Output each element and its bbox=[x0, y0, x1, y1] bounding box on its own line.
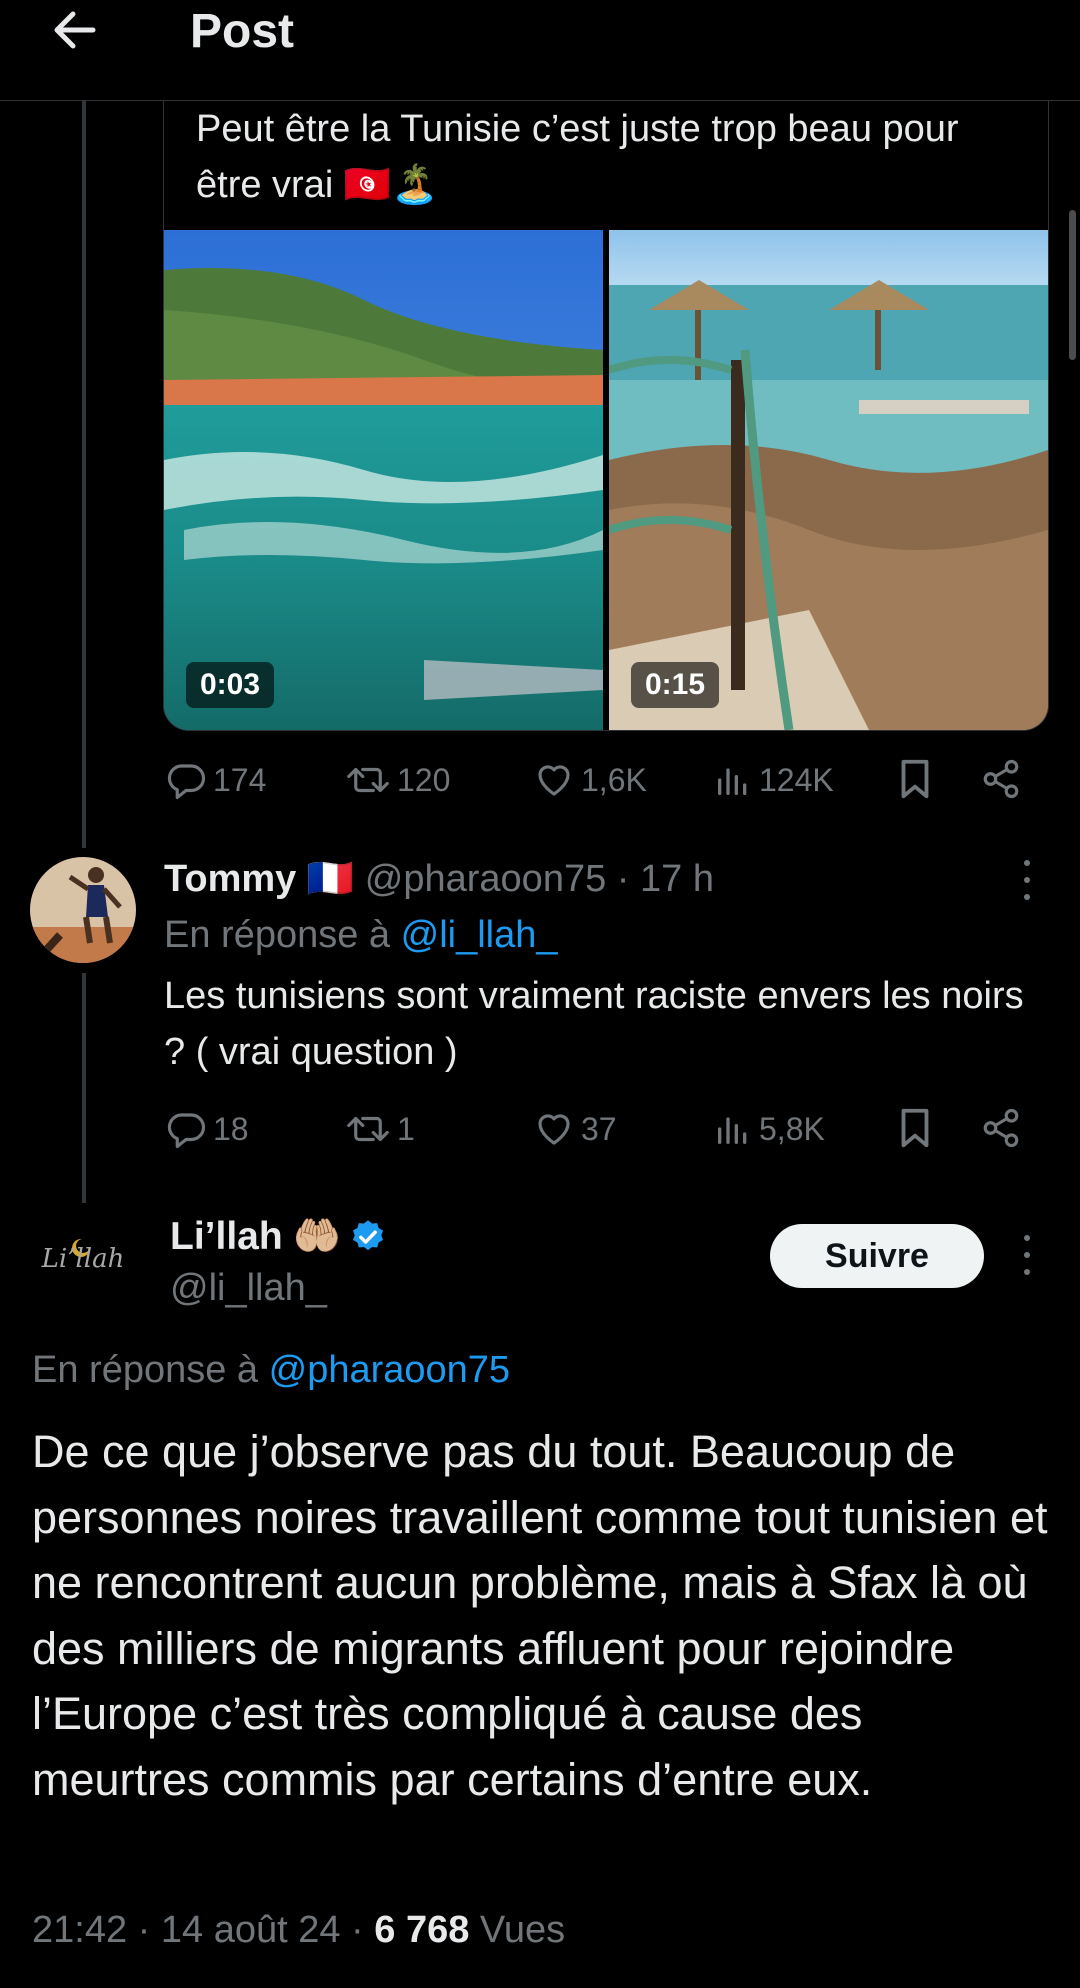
quoted-post-card[interactable]: Peut être la Tunisie c’est juste trop be… bbox=[163, 101, 1049, 731]
reply-prefix: En réponse à bbox=[164, 914, 391, 956]
views-count: 124K bbox=[759, 761, 834, 798]
views-count: 6 768 bbox=[374, 1909, 470, 1951]
author-name[interactable]: Tommy bbox=[164, 858, 296, 900]
views-chart-icon bbox=[718, 768, 747, 795]
reply-button[interactable]: 174 bbox=[165, 750, 266, 810]
views-chart-icon bbox=[718, 1117, 747, 1144]
reply-context: En réponse à @pharaoon75 bbox=[32, 1342, 510, 1398]
back-button[interactable] bbox=[44, 2, 104, 58]
like-count: 1,6K bbox=[581, 761, 647, 798]
avatar[interactable] bbox=[30, 857, 136, 963]
reply-context: En réponse à @li_llah_ bbox=[164, 906, 558, 964]
page-title: Post bbox=[190, 5, 295, 58]
svg-text:Li’llah: Li’llah bbox=[41, 1244, 125, 1274]
repost-button[interactable]: 1 bbox=[345, 1099, 415, 1159]
arrow-left-icon bbox=[54, 11, 96, 49]
like-button[interactable]: 1,6K bbox=[533, 750, 647, 810]
repost-count: 1 bbox=[397, 1110, 415, 1147]
dot bbox=[1024, 860, 1030, 866]
author-name[interactable]: Li’llah bbox=[170, 1208, 283, 1266]
share-button[interactable] bbox=[980, 1105, 1022, 1156]
reply-icon bbox=[167, 764, 206, 800]
post-metadata: 21:42 · 14 août 24 · 6 768 Vues bbox=[32, 1902, 565, 1958]
views-count: 5,8K bbox=[759, 1110, 825, 1147]
bookmark-button[interactable] bbox=[895, 756, 935, 807]
share-button[interactable] bbox=[980, 756, 1022, 807]
like-button[interactable]: 37 bbox=[533, 1099, 617, 1159]
reply-count: 174 bbox=[213, 761, 267, 798]
dot bbox=[1024, 1269, 1030, 1275]
reply-author-line: Tommy 🇫🇷 @pharaoon75 · 17 h bbox=[164, 850, 714, 908]
heart-icon bbox=[538, 765, 570, 796]
quoted-post-text: Peut être la Tunisie c’est juste trop be… bbox=[196, 108, 959, 206]
bookmark-button[interactable] bbox=[895, 1105, 935, 1156]
verified-badge-icon bbox=[353, 1220, 384, 1251]
author-line: Li’llah 🤲🏼 bbox=[170, 1208, 387, 1266]
beach-huts-video-image bbox=[609, 230, 1048, 730]
share-icon bbox=[983, 1108, 1019, 1148]
repost-icon bbox=[347, 767, 389, 793]
post-text: De ce que j’observe pas du tout. Beaucou… bbox=[32, 1426, 1048, 1805]
repost-count: 120 bbox=[397, 761, 451, 798]
dot bbox=[1024, 894, 1030, 900]
bookmark-icon bbox=[901, 1108, 929, 1148]
beach-coast-video-image bbox=[164, 230, 603, 730]
views-label: Vues bbox=[479, 1909, 566, 1951]
praying-hands-emoji: 🤲🏼 bbox=[292, 1215, 342, 1258]
quoted-post-actions: 174 120 1,6K 124K bbox=[165, 750, 1035, 810]
lillah-logo-image: Li’llah bbox=[30, 1203, 136, 1309]
reply-prefix: En réponse à bbox=[32, 1349, 259, 1391]
like-count: 37 bbox=[581, 1110, 617, 1147]
video-duration: 0:03 bbox=[186, 662, 275, 708]
reply-icon bbox=[167, 1113, 206, 1149]
author-handle[interactable]: @li_llah_ bbox=[170, 1260, 327, 1316]
reply-count: 18 bbox=[213, 1110, 249, 1147]
share-icon bbox=[983, 759, 1019, 799]
thread-line bbox=[82, 973, 86, 1205]
views-button[interactable]: 124K bbox=[713, 750, 834, 810]
top-bar: Post bbox=[0, 0, 1080, 101]
reply-button[interactable]: 18 bbox=[165, 1099, 249, 1159]
avatar[interactable]: Li’llah bbox=[30, 1203, 136, 1309]
video-thumbnail[interactable]: 0:15 bbox=[609, 230, 1048, 730]
dot bbox=[1024, 877, 1030, 883]
follow-button[interactable]: Suivre bbox=[770, 1224, 984, 1288]
post-time: · 17 h bbox=[616, 858, 714, 900]
author-handle[interactable]: @pharaoon75 bbox=[365, 858, 606, 900]
mention-link[interactable]: @li_llah_ bbox=[401, 914, 558, 956]
more-options-button[interactable] bbox=[1010, 860, 1044, 900]
more-options-button[interactable] bbox=[1010, 1235, 1044, 1275]
reply-text: Les tunisiens sont vraiment raciste enve… bbox=[164, 975, 1024, 1073]
bookmark-icon bbox=[901, 759, 929, 799]
reply-actions: 18 1 37 5,8K bbox=[165, 1099, 1035, 1159]
dot bbox=[1024, 1252, 1030, 1258]
repost-button[interactable]: 120 bbox=[345, 750, 450, 810]
video-thumbnail[interactable]: 0:03 bbox=[164, 230, 603, 730]
heart-icon bbox=[538, 1114, 570, 1145]
basketball-player-avatar-image bbox=[30, 857, 136, 963]
post-timestamp: 21:42 · 14 août 24 · bbox=[32, 1909, 364, 1951]
views-button[interactable]: 5,8K bbox=[713, 1099, 825, 1159]
repost-icon bbox=[347, 1116, 389, 1142]
mention-link[interactable]: @pharaoon75 bbox=[269, 1349, 510, 1391]
thread-line bbox=[82, 101, 86, 848]
dot bbox=[1024, 1235, 1030, 1241]
scrollbar[interactable] bbox=[1069, 210, 1076, 360]
video-duration: 0:15 bbox=[631, 662, 720, 708]
flag-emoji: 🇫🇷 bbox=[306, 858, 355, 900]
